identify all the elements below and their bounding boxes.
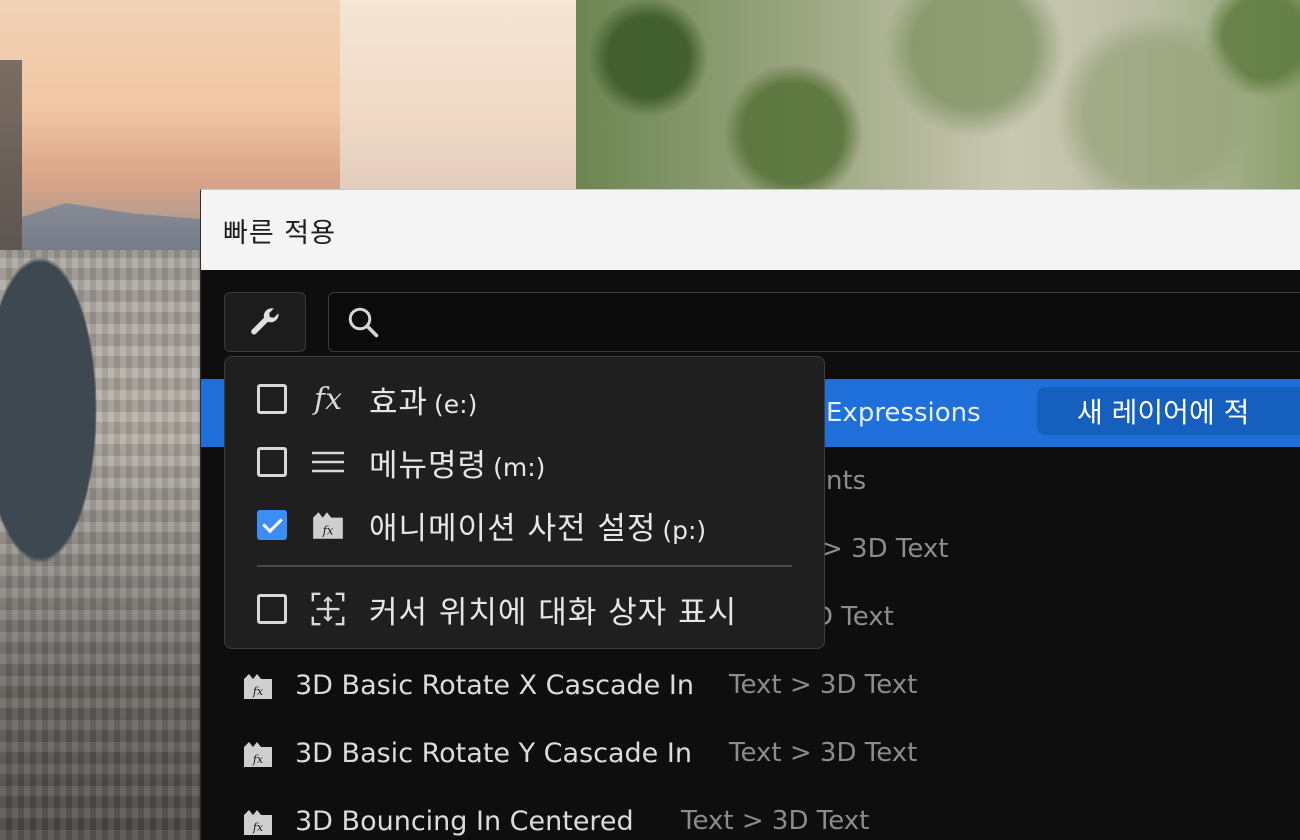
filter-settings-button[interactable] [224, 292, 306, 352]
svg-text:fx: fx [252, 685, 264, 698]
result-category: > 3D Text [821, 534, 949, 564]
menu-commands-checkbox[interactable] [257, 447, 287, 477]
svg-text:fx: fx [252, 753, 264, 766]
show-at-cursor-checkbox[interactable] [257, 594, 287, 624]
result-row[interactable]: fx 3D Bouncing In Centered Text > 3D Tex… [201, 787, 1300, 840]
result-category: nts [826, 466, 867, 496]
dialog-titlebar[interactable]: 빠른 적용 [201, 190, 1300, 270]
preset-icon: fx [309, 506, 347, 544]
svg-text:fx: fx [312, 382, 342, 417]
filter-item-animation-presets[interactable]: fx 애니메이션 사전 설정 (p:) [225, 495, 824, 555]
filter-item-effects[interactable]: fx 효과 (e:) [225, 369, 824, 429]
effects-checkbox[interactable] [257, 384, 287, 414]
background-city [0, 250, 200, 840]
filter-option-label: 커서 위치에 대화 상자 표시 [369, 594, 738, 631]
apply-new-layer-button[interactable]: 새 레이어에 적 [1037, 387, 1300, 435]
wrench-icon [251, 308, 279, 335]
background-tower [0, 60, 22, 270]
menu-lines-icon [309, 443, 347, 481]
filter-item-label: 메뉴명령 (m:) [369, 447, 546, 484]
search-input[interactable] [391, 309, 991, 335]
cursor-position-icon [309, 590, 347, 628]
filter-item-label: 효과 (e:) [369, 384, 478, 421]
background-trees [576, 0, 1300, 190]
menu-separator [257, 565, 792, 567]
result-category: Text > 3D Text [729, 738, 918, 768]
fx-icon: fx [309, 380, 347, 418]
dialog-toolbar [201, 270, 1300, 356]
animation-preset-icon: fx [244, 674, 272, 699]
result-category: Expressions [826, 398, 981, 428]
svg-text:fx: fx [322, 524, 334, 538]
animation-preset-icon: fx [244, 810, 272, 835]
search-icon [348, 307, 379, 338]
animation-presets-checkbox[interactable] [257, 510, 287, 540]
search-field[interactable] [328, 292, 1300, 352]
result-name: 3D Bouncing In Centered [295, 805, 634, 837]
filter-dropdown-menu: fx 효과(e:) 메뉴명령(m:) fx 애니메이션 사전 설정(p:) [224, 356, 825, 649]
dialog-title: 빠른 적용 [223, 217, 336, 249]
result-category: D Text [813, 602, 894, 632]
option-show-at-cursor[interactable]: 커서 위치에 대화 상자 표시 [225, 579, 824, 639]
result-row[interactable]: fx 3D Basic Rotate Y Cascade In Text > 3… [201, 719, 1300, 787]
result-row[interactable]: fx 3D Basic Rotate X Cascade In Text > 3… [201, 651, 1300, 719]
filter-item-menu-commands[interactable]: 메뉴명령 (m:) [225, 432, 824, 492]
animation-preset-icon: fx [244, 742, 272, 767]
filter-item-label: 애니메이션 사전 설정 (p:) [369, 510, 707, 547]
result-category: Text > 3D Text [729, 670, 918, 700]
result-category: Text > 3D Text [681, 806, 870, 836]
background-sky-light [340, 0, 576, 190]
svg-text:fx: fx [252, 821, 264, 834]
result-name: 3D Basic Rotate X Cascade In [295, 669, 694, 701]
result-name: 3D Basic Rotate Y Cascade In [295, 737, 692, 769]
